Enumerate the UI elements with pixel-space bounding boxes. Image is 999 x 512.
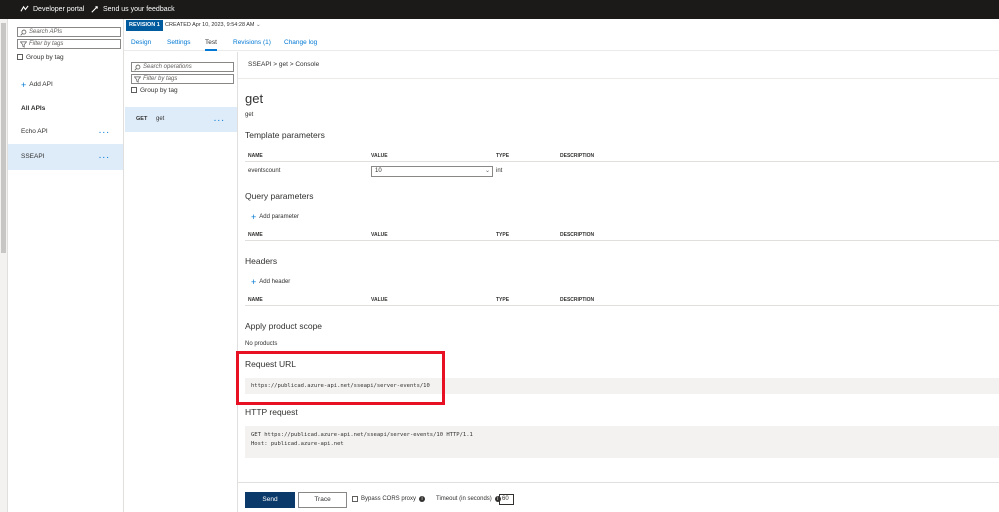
tab-revisions[interactable]: Revisions (1) [233,39,271,46]
divider [245,240,999,241]
send-button[interactable]: Send [245,492,295,508]
filter-icon [20,41,27,48]
divider [238,78,999,79]
param-name: eventscount [248,168,281,174]
column-header-name: NAME [248,232,263,238]
search-apis-input[interactable]: Search APIs [17,27,121,37]
column-header-description: DESCRIPTION [560,153,595,159]
test-console: SSEAPI > get > Console get get Template … [238,52,999,512]
column-header-description: DESCRIPTION [560,297,595,303]
revision-badge: REVISION 1 [126,20,163,31]
http-request-body: GET https://publicad.azure-api.net/sseap… [245,426,999,458]
search-icon [20,29,27,36]
column-header-description: DESCRIPTION [560,232,595,238]
column-header-value: VALUE [371,297,388,303]
column-header-value: VALUE [371,232,388,238]
all-apis-heading: All APIs [21,105,46,112]
feedback-link[interactable]: Send us your feedback [90,5,175,14]
tab-test[interactable]: Test [205,39,217,51]
column-header-name: NAME [248,297,263,303]
revision-bar: REVISION 1 CREATED Apr 10, 2023, 9:54:28… [124,19,999,33]
operation-description: get [245,112,254,118]
checkbox-box[interactable] [352,496,358,502]
divider [238,482,999,483]
filter-icon [134,76,141,83]
api-item-echo[interactable]: Echo API ... [8,119,123,145]
product-scope-value: No products [245,341,278,347]
api-list-pane: Search APIs Filter by tags Group by tag … [8,19,124,512]
plus-icon: + [21,79,27,90]
column-header-value: VALUE [371,153,388,159]
group-by-tag-checkbox[interactable]: Group by tag [17,54,64,61]
operations-pane: Search operations Filter by tags Group b… [125,52,238,512]
add-api-button[interactable]: + Add API [21,79,53,90]
tab-change-log[interactable]: Change log [284,39,317,46]
api-item-sseapi[interactable]: SSEAPI ... [8,144,123,170]
group-by-tag-checkbox[interactable]: Group by tag [131,87,178,94]
more-options-icon[interactable]: ... [99,150,110,161]
search-icon [134,64,141,71]
search-operations-input[interactable]: Search operations [131,62,234,72]
trace-button[interactable]: Trace [298,492,347,508]
developer-portal-link[interactable]: Developer portal [20,5,84,14]
query-parameters-heading: Query parameters [245,191,314,201]
chevron-down-icon[interactable]: ⌄ [485,167,490,176]
chevron-down-icon: ⌄ [256,22,261,28]
scrollbar-thumb[interactable] [1,23,6,253]
bypass-cors-checkbox[interactable]: Bypass CORS proxy i [352,496,426,502]
method-badge: GET [136,116,148,122]
checkbox-box[interactable] [131,87,137,94]
param-value-input[interactable]: 10 ⌄ [371,166,493,177]
left-scrollbar[interactable] [0,19,8,512]
column-header-type: TYPE [496,153,510,159]
breadcrumb: SSEAPI > get > Console [248,61,320,68]
feedback-icon [91,6,98,13]
developer-portal-icon [20,5,29,12]
add-header-button[interactable]: + Add header [251,277,290,287]
tab-design[interactable]: Design [131,39,151,46]
filter-tags-input[interactable]: Filter by tags [17,39,121,49]
column-header-name: NAME [248,153,263,159]
filter-tags-input[interactable]: Filter by tags [131,74,234,84]
top-bar: Developer portal Send us your feedback [0,0,999,19]
operation-item-get[interactable]: GET get ... [125,107,237,132]
tab-settings[interactable]: Settings [167,39,191,46]
column-header-type: TYPE [496,232,510,238]
plus-icon: + [251,277,257,287]
timeout-label: Timeout (in seconds) i [436,496,501,502]
template-parameters-heading: Template parameters [245,130,325,140]
highlight-box [236,351,445,405]
divider [245,161,999,162]
operation-title: get [245,91,264,106]
product-scope-heading: Apply product scope [245,321,323,331]
param-type: int [496,168,503,174]
revision-created[interactable]: CREATED Apr 10, 2023, 9:54:28 AM ⌄ [165,22,261,28]
info-icon[interactable]: i [419,496,426,502]
timeout-input[interactable]: 60 [499,494,514,505]
headers-heading: Headers [245,256,278,266]
plus-icon: + [251,212,257,222]
http-request-heading: HTTP request [245,407,298,417]
checkbox-box[interactable] [17,54,23,61]
more-options-icon[interactable]: ... [99,125,110,136]
add-parameter-button[interactable]: + Add parameter [251,212,299,222]
more-options-icon[interactable]: ... [214,113,225,124]
column-header-type: TYPE [496,297,510,303]
tab-strip: Design Settings Test Revisions (1) Chang… [124,33,999,51]
divider [245,305,999,306]
